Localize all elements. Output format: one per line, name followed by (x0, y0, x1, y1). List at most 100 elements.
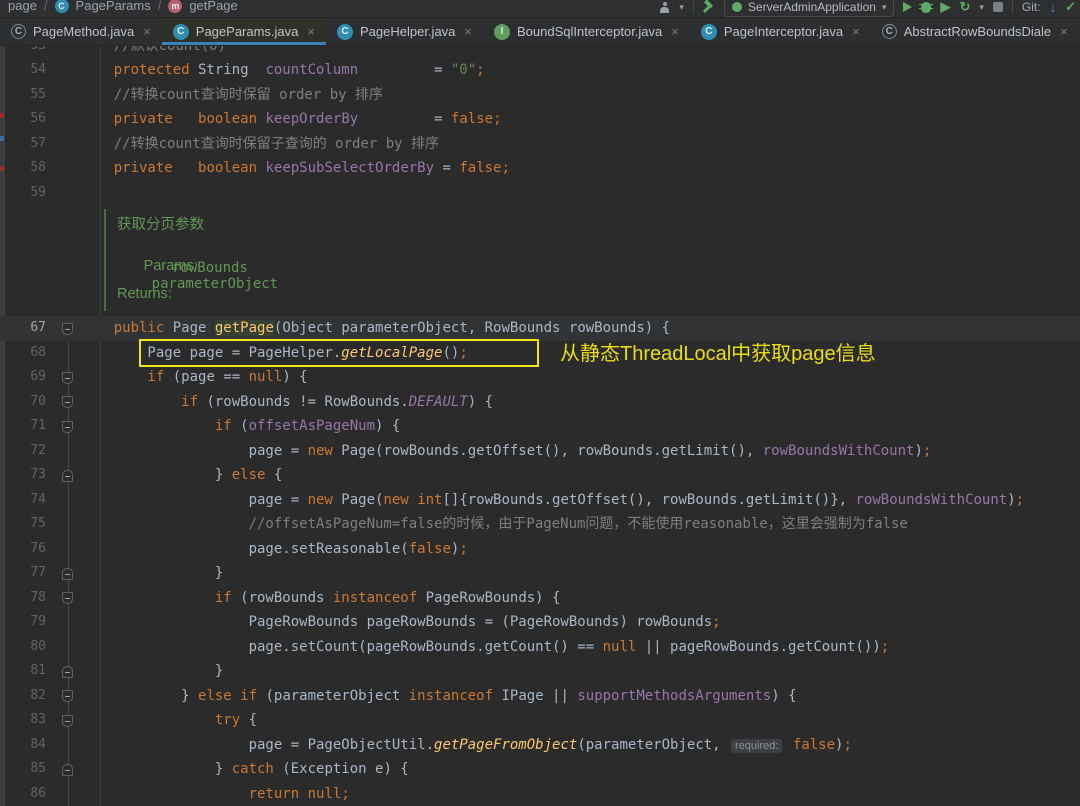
line-number[interactable]: 67 (0, 316, 46, 341)
code-token: ; (881, 639, 889, 655)
code-line[interactable]: 58 private boolean keepSubSelectOrderBy … (0, 156, 1080, 181)
line-number[interactable]: 76 (0, 537, 46, 562)
tab-label: PageParams.java (196, 24, 299, 39)
code-line[interactable]: 82 } else if (parameterObject instanceof… (0, 684, 1080, 709)
fold-open-icon[interactable] (62, 592, 73, 604)
code-token: } (80, 565, 223, 581)
line-number[interactable]: 74 (0, 488, 46, 513)
code-line[interactable]: 67 public Page getPage(Object parameterO… (0, 316, 1080, 341)
line-number[interactable]: 85 (0, 757, 46, 782)
code-line[interactable]: 55 //转换count查询时保留 order by 排序 (0, 83, 1080, 108)
run-configuration-select[interactable]: ServerAdminApplication ▾ (724, 0, 895, 17)
code-line[interactable]: 57 //转换count查询时保留子查询的 order by 排序 (0, 132, 1080, 157)
code-line[interactable]: 78 if (rowBounds instanceof PageRowBound… (0, 586, 1080, 611)
line-number[interactable]: 78 (0, 586, 46, 611)
breadcrumb-item-page[interactable]: page (8, 0, 37, 18)
breadcrumb-separator: / (158, 0, 162, 18)
chevron-down-icon[interactable]: ▾ (679, 2, 684, 13)
code-token: Page(rowBounds.getOffset(), rowBounds.ge… (333, 443, 763, 459)
code-line[interactable]: 80 page.setCount(pageRowBounds.getCount(… (0, 635, 1080, 660)
fold-close-icon[interactable] (62, 764, 73, 776)
fold-open-icon[interactable] (62, 396, 73, 408)
close-icon[interactable]: × (671, 24, 679, 39)
line-number[interactable]: 81 (0, 659, 46, 684)
code-line[interactable]: 73 } else { (0, 463, 1080, 488)
tab-PageInterceptor.java[interactable]: CPageInterceptor.java× (690, 18, 871, 45)
close-icon[interactable]: × (307, 24, 315, 39)
line-number[interactable]: 56 (0, 107, 46, 132)
fold-open-icon[interactable] (62, 715, 73, 727)
code-line[interactable]: 72 page = new Page(rowBounds.getOffset()… (0, 439, 1080, 464)
user-icon[interactable] (659, 2, 670, 13)
tab-AbstractRowBoundsDiale[interactable]: CAbstractRowBoundsDiale× (871, 18, 1079, 45)
close-icon[interactable]: × (143, 24, 151, 39)
line-number[interactable]: 73 (0, 463, 46, 488)
code-line[interactable]: 76 page.setReasonable(false); (0, 537, 1080, 562)
code-line[interactable]: 53 //默认count(0) (0, 46, 1080, 58)
line-number[interactable]: 58 (0, 156, 46, 181)
line-number[interactable]: 79 (0, 610, 46, 635)
code-line[interactable]: 70 if (rowBounds != RowBounds.DEFAULT) { (0, 390, 1080, 415)
line-number[interactable]: 80 (0, 635, 46, 660)
fold-open-icon[interactable] (62, 372, 73, 384)
fold-close-icon[interactable] (62, 568, 73, 580)
line-number[interactable]: 57 (0, 132, 46, 157)
line-number[interactable]: 68 (0, 341, 46, 366)
close-icon[interactable]: × (1060, 24, 1068, 39)
line-number[interactable]: 71 (0, 414, 46, 439)
rerun-icon[interactable]: ↻ (959, 0, 970, 15)
line-number[interactable]: 55 (0, 83, 46, 108)
tab-PageMethod.java[interactable]: CPageMethod.java× (0, 18, 162, 45)
code-line[interactable]: 71 if (offsetAsPageNum) { (0, 414, 1080, 439)
debug-icon[interactable] (921, 2, 931, 13)
code-line[interactable]: 81 } (0, 659, 1080, 684)
line-number[interactable]: 72 (0, 439, 46, 464)
line-number[interactable]: 54 (0, 58, 46, 83)
chevron-down-icon[interactable]: ▾ (979, 2, 984, 13)
fold-close-icon[interactable] (62, 470, 73, 482)
line-number[interactable]: 75 (0, 512, 46, 537)
run-icon[interactable] (903, 2, 912, 12)
code-line[interactable]: 75 //offsetAsPageNum=false的时候，由于PageNum问… (0, 512, 1080, 537)
code-line[interactable]: 79 PageRowBounds pageRowBounds = (PageRo… (0, 610, 1080, 635)
fold-open-icon[interactable] (62, 421, 73, 433)
close-icon[interactable]: × (852, 24, 860, 39)
line-number[interactable]: 70 (0, 390, 46, 415)
code-token: rowBoundsWithCount (856, 492, 1008, 508)
tab-PageHelper.java[interactable]: CPageHelper.java× (326, 18, 483, 45)
line-number[interactable]: 59 (0, 181, 46, 206)
coverage-icon[interactable]: ▶ (940, 0, 950, 15)
breadcrumb-item-PageParams[interactable]: PageParams (76, 0, 151, 18)
breadcrumb-item-getPage[interactable]: getPage (189, 0, 237, 18)
line-number[interactable]: 77 (0, 561, 46, 586)
git-update-icon[interactable]: ↓ (1050, 0, 1057, 15)
code-line[interactable]: 84 page = PageObjectUtil.getPageFromObje… (0, 733, 1080, 758)
tab-BoundSqlInterceptor.java[interactable]: IBoundSqlInterceptor.java× (483, 18, 690, 45)
code-line[interactable]: 85 } catch (Exception e) { (0, 757, 1080, 782)
tab-PageParams.java[interactable]: CPageParams.java× (162, 18, 326, 45)
fold-close-icon[interactable] (62, 666, 73, 678)
code-line[interactable]: 86 return null; (0, 782, 1080, 806)
code-token: (rowBounds != RowBounds. (198, 394, 409, 410)
code-line[interactable]: 54 protected String countColumn = "0"; (0, 58, 1080, 83)
code-line[interactable]: 59 (0, 181, 1080, 206)
line-number[interactable]: 53 (0, 46, 46, 58)
code-editor[interactable]: 53 //默认count(0)54 protected String count… (0, 46, 1080, 806)
code-line[interactable]: 77 } (0, 561, 1080, 586)
code-line[interactable]: 83 try { (0, 708, 1080, 733)
code-line[interactable]: 74 page = new Page(new int[]{rowBounds.g… (0, 488, 1080, 513)
code-line[interactable]: 56 private boolean keepOrderBy = false; (0, 107, 1080, 132)
build-hammer-icon[interactable] (703, 1, 715, 13)
fold-open-icon[interactable] (62, 323, 73, 335)
close-icon[interactable]: × (464, 24, 472, 39)
line-number[interactable]: 69 (0, 365, 46, 390)
line-number[interactable]: 83 (0, 708, 46, 733)
line-number[interactable]: 84 (0, 733, 46, 758)
git-commit-icon[interactable]: ✓ (1065, 0, 1076, 15)
line-number[interactable]: 86 (0, 782, 46, 806)
code-line[interactable]: 69 if (page == null) { (0, 365, 1080, 390)
line-number[interactable]: 82 (0, 684, 46, 709)
fold-open-icon[interactable] (62, 690, 73, 702)
stop-icon[interactable] (993, 2, 1003, 12)
code-token: ) (1007, 492, 1015, 508)
